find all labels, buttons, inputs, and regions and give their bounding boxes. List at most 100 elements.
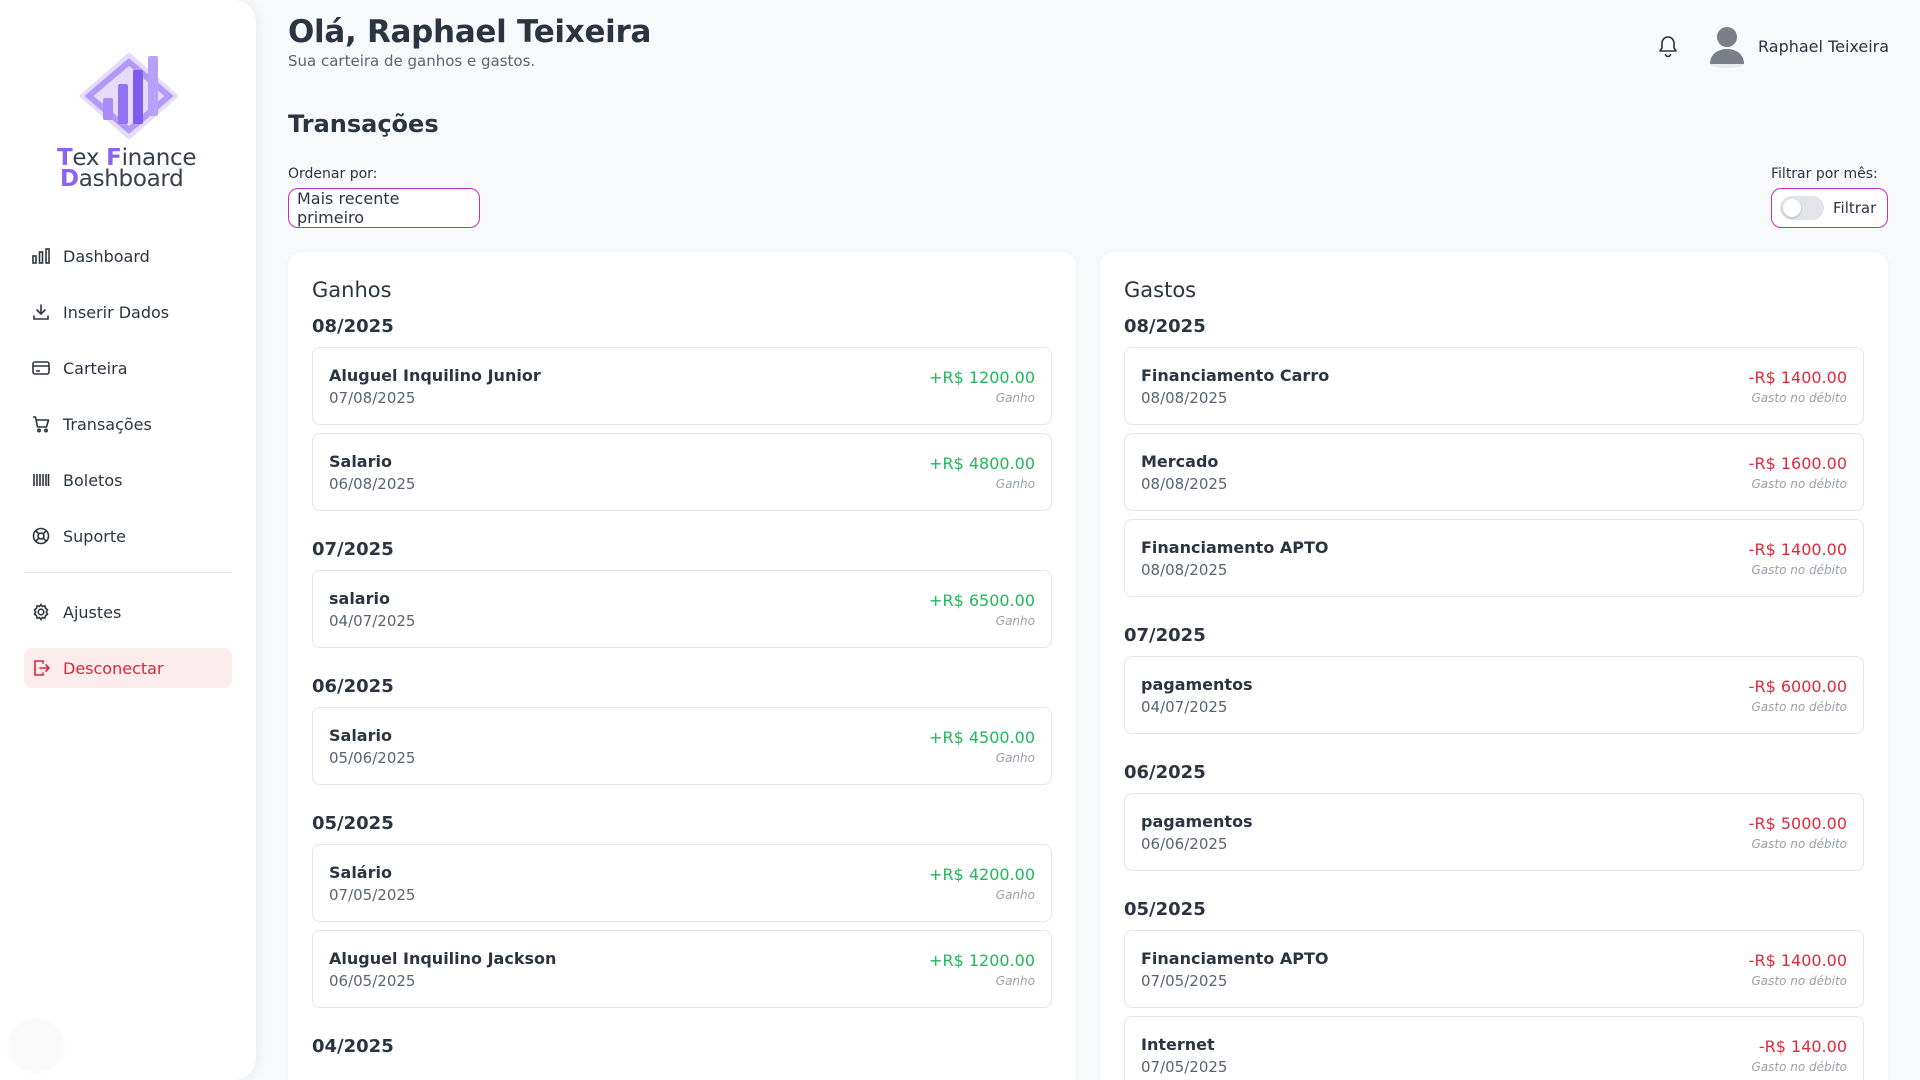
transaction-amount-block: -R$ 1400.00 Gasto no débito — [1749, 951, 1847, 988]
sidebar-item-boletos[interactable]: Boletos — [24, 460, 232, 500]
transaction-name: Salario — [329, 725, 392, 745]
transaction-info: pagamentos 04/07/2025 — [1141, 675, 1253, 716]
transaction-name: salario — [329, 588, 390, 608]
transaction-info: Salario 05/06/2025 — [329, 726, 415, 767]
sidebar-item-label: Dashboard — [63, 246, 150, 266]
transaction-type: Gasto no débito — [1751, 836, 1847, 851]
transaction-amount-block: +R$ 4200.00 Ganho — [929, 865, 1035, 902]
sidebar-item-transacoes[interactable]: Transações — [24, 404, 232, 444]
sidebar-item-label: Carteira — [63, 358, 128, 378]
transaction-info: Financiamento APTO 07/05/2025 — [1141, 949, 1329, 990]
transaction-value: +R$ 6500.00 — [929, 590, 1035, 610]
transaction-item[interactable]: Salario 05/06/2025 +R$ 4500.00 Ganho — [312, 707, 1052, 785]
transaction-name: Aluguel Inquilino Junior — [329, 365, 541, 385]
sidebar-item-desconectar[interactable]: Desconectar — [24, 648, 232, 688]
month-group: 07/2025 salario 04/07/2025 +R$ 6500.00 G… — [312, 539, 1052, 648]
transaction-info: Internet 07/05/2025 — [1141, 1035, 1227, 1076]
user-name: Raphael Teixeira — [1758, 36, 1890, 56]
transaction-value: +R$ 1200.00 — [929, 367, 1035, 387]
brand-logo[interactable]: Tex Finance Dashboard — [55, 48, 205, 191]
transaction-info: Financiamento APTO 08/08/2025 — [1141, 538, 1329, 579]
transaction-amount-block: -R$ 6000.00 Gasto no débito — [1749, 677, 1847, 714]
month-group: 08/2025 Financiamento Carro 08/08/2025 -… — [1124, 316, 1864, 597]
sidebar-nav: Dashboard Inserir Dados Carteira Transaç… — [24, 236, 232, 704]
transaction-value: -R$ 6000.00 — [1748, 676, 1847, 696]
month-heading: 08/2025 — [312, 316, 394, 337]
logout-icon — [34, 660, 51, 676]
transaction-name: pagamentos — [1141, 811, 1253, 831]
transaction-value: -R$ 140.00 — [1758, 1036, 1847, 1056]
transaction-amount-block: +R$ 1200.00 Ganho — [929, 951, 1035, 988]
transaction-name: Salário — [329, 862, 392, 882]
sidebar: Tex Finance Dashboard Dashboard Inserir … — [0, 0, 256, 1080]
transaction-item[interactable]: Salario 06/08/2025 +R$ 4800.00 Ganho — [312, 433, 1052, 511]
sidebar-item-label: Transações — [63, 414, 152, 434]
gastos-panel: Gastos 08/2025 Financiamento Carro 08/08… — [1100, 252, 1888, 1080]
month-group: 08/2025 Aluguel Inquilino Junior 07/08/2… — [312, 316, 1052, 511]
sidebar-item-inserir-dados[interactable]: Inserir Dados — [24, 292, 232, 332]
sidebar-item-label: Inserir Dados — [63, 302, 170, 322]
transaction-item[interactable]: Aluguel Inquilino Jackson 06/05/2025 +R$… — [312, 930, 1052, 1008]
transaction-type: Gasto no débito — [1751, 1059, 1847, 1074]
filter-label: Filtrar por mês: — [1771, 166, 1878, 182]
transaction-item[interactable]: Aluguel Inquilino Junior 07/08/2025 +R$ … — [312, 347, 1052, 425]
page-title: Transações — [288, 110, 439, 138]
transaction-item[interactable]: pagamentos 06/06/2025 -R$ 5000.00 Gasto … — [1124, 793, 1864, 871]
transaction-name: Internet — [1141, 1034, 1215, 1054]
month-heading: 06/2025 — [1124, 762, 1206, 783]
user-menu[interactable]: Raphael Teixeira — [1708, 24, 1889, 68]
transaction-amount-block: +R$ 4500.00 Ganho — [929, 728, 1035, 765]
bar-chart-icon — [32, 248, 50, 264]
month-heading: 04/2025 — [312, 1036, 394, 1057]
transaction-date: 04/07/2025 — [329, 611, 416, 630]
transaction-item[interactable]: Internet 07/05/2025 -R$ 140.00 Gasto no … — [1124, 1016, 1864, 1080]
transaction-type: Ganho — [995, 973, 1035, 988]
transaction-item[interactable]: Salário 07/05/2025 +R$ 4200.00 Ganho — [312, 844, 1052, 922]
transaction-item[interactable]: pagamentos 04/07/2025 -R$ 6000.00 Gasto … — [1124, 656, 1864, 734]
month-group: 07/2025 pagamentos 04/07/2025 -R$ 6000.0… — [1124, 625, 1864, 734]
ganhos-title: Ganhos — [312, 278, 392, 302]
month-heading: 08/2025 — [1124, 316, 1206, 337]
month-group: 04/2025 — [312, 1036, 1052, 1057]
month-filter-toggle[interactable]: Filtrar — [1771, 188, 1888, 228]
transaction-item[interactable]: salario 04/07/2025 +R$ 6500.00 Ganho — [312, 570, 1052, 648]
help-bubble[interactable] — [10, 1020, 62, 1072]
bell-icon[interactable] — [1657, 34, 1679, 58]
sidebar-item-dashboard[interactable]: Dashboard — [24, 236, 232, 276]
sidebar-item-ajustes[interactable]: Ajustes — [24, 592, 232, 632]
gastos-title: Gastos — [1124, 278, 1197, 302]
transaction-date: 07/05/2025 — [1141, 1057, 1228, 1076]
transaction-info: Mercado 08/08/2025 — [1141, 452, 1227, 493]
sidebar-item-suporte[interactable]: Suporte — [24, 516, 232, 556]
gastos-list: 08/2025 Financiamento Carro 08/08/2025 -… — [1124, 316, 1864, 1080]
transaction-item[interactable]: Financiamento APTO 07/05/2025 -R$ 1400.0… — [1124, 930, 1864, 1008]
ganhos-list: 08/2025 Aluguel Inquilino Junior 07/08/2… — [312, 316, 1052, 1057]
month-heading: 07/2025 — [1124, 625, 1206, 646]
month-group: 05/2025 Financiamento APTO 07/05/2025 -R… — [1124, 899, 1864, 1080]
transaction-amount-block: +R$ 4800.00 Ganho — [929, 454, 1035, 491]
transaction-item[interactable]: Financiamento APTO 08/08/2025 -R$ 1400.0… — [1124, 519, 1864, 597]
sidebar-item-label: Suporte — [63, 526, 126, 546]
transaction-amount-block: +R$ 1200.00 Ganho — [929, 368, 1035, 405]
transaction-name: Aluguel Inquilino Jackson — [329, 948, 557, 968]
transaction-name: Salario — [329, 451, 392, 471]
order-select[interactable]: Mais recente primeiro — [288, 188, 480, 228]
transaction-type: Gasto no débito — [1751, 476, 1847, 491]
transaction-info: pagamentos 06/06/2025 — [1141, 812, 1253, 853]
sidebar-item-label: Desconectar — [63, 658, 164, 678]
transaction-amount-block: -R$ 1400.00 Gasto no débito — [1749, 368, 1847, 405]
toggle-switch[interactable] — [1780, 196, 1824, 220]
month-heading: 06/2025 — [312, 676, 394, 697]
transaction-item[interactable]: Mercado 08/08/2025 -R$ 1600.00 Gasto no … — [1124, 433, 1864, 511]
lifebuoy-icon — [32, 527, 50, 545]
transaction-date: 06/08/2025 — [329, 474, 416, 493]
transaction-info: salario 04/07/2025 — [329, 589, 415, 630]
month-group: 06/2025 Salario 05/06/2025 +R$ 4500.00 G… — [312, 676, 1052, 785]
filter-button-label: Filtrar — [1833, 199, 1877, 217]
transaction-type: Gasto no débito — [1751, 699, 1847, 714]
transaction-type: Ganho — [995, 613, 1035, 628]
avatar — [1710, 27, 1744, 68]
transaction-item[interactable]: Financiamento Carro 08/08/2025 -R$ 1400.… — [1124, 347, 1864, 425]
nav-divider — [24, 572, 232, 573]
sidebar-item-carteira[interactable]: Carteira — [24, 348, 232, 388]
